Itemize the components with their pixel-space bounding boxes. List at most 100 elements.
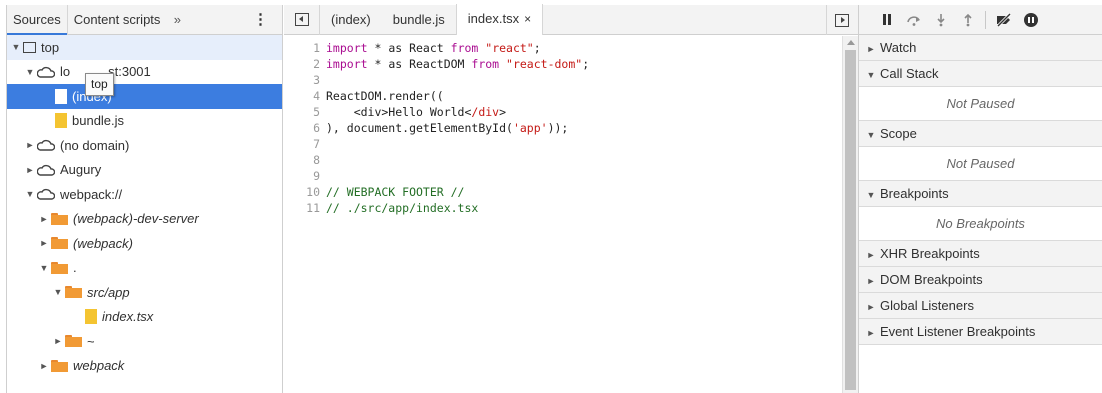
expand-arrow-icon[interactable]: ► <box>39 214 49 224</box>
tree-item-top[interactable]: ▼ top <box>7 35 282 60</box>
folder-icon <box>51 261 68 274</box>
expand-arrow-icon[interactable]: ► <box>39 238 49 248</box>
collapse-arrow-icon: ► <box>866 276 876 286</box>
expand-arrow-icon: ▼ <box>866 130 876 140</box>
code-line: import * as React from "react"; <box>326 40 589 56</box>
section-title: Global Listeners <box>880 298 974 313</box>
frame-icon <box>23 41 36 53</box>
expand-arrow-icon[interactable]: ▼ <box>25 189 35 199</box>
tree-item-label: top <box>41 39 60 55</box>
line-number[interactable]: 10 <box>284 184 320 200</box>
section-dom-breakpoints[interactable]: ► DOM Breakpoints <box>859 267 1102 293</box>
editor-tab-index[interactable]: (index) <box>320 5 382 35</box>
tree-item-webpack-root[interactable]: ▼ webpack:// <box>7 182 282 207</box>
code-keyword: from <box>471 57 500 71</box>
expand-arrow-icon: ▼ <box>866 70 876 80</box>
section-scope[interactable]: ▼ Scope <box>859 121 1102 147</box>
section-call-stack[interactable]: ▼ Call Stack <box>859 61 1102 87</box>
section-watch[interactable]: ► Watch <box>859 35 1102 61</box>
tab-sources[interactable]: Sources <box>7 5 67 35</box>
expand-arrow-icon[interactable]: ► <box>39 361 49 371</box>
file-tree: ▼ top ▼ lo st:3001 (index) bundle.js ► (n… <box>7 35 282 378</box>
code-comment: // ./src/app/index.tsx <box>326 201 479 215</box>
line-number[interactable]: 5 <box>284 104 320 120</box>
tree-item-no-domain[interactable]: ► (no domain) <box>7 133 282 158</box>
deactivate-breakpoints-button[interactable] <box>990 5 1017 35</box>
toggle-debugger-button[interactable] <box>826 5 856 35</box>
pause-button[interactable] <box>873 5 900 35</box>
line-number[interactable]: 11 <box>284 200 320 216</box>
line-number[interactable]: 1 <box>284 40 320 56</box>
section-title: Call Stack <box>880 66 939 81</box>
folder-icon <box>51 237 68 250</box>
tree-item-label: lo <box>60 64 71 80</box>
tree-item-bundle-js[interactable]: bundle.js <box>7 109 282 134</box>
more-tabs-icon[interactable]: » <box>166 12 188 27</box>
tree-item-localhost[interactable]: ▼ lo st:3001 <box>7 60 282 85</box>
line-number[interactable]: 7 <box>284 136 320 152</box>
toolbar-divider <box>985 10 986 29</box>
step-into-button[interactable] <box>927 5 954 35</box>
pause-on-exceptions-button[interactable] <box>1017 5 1044 35</box>
tree-item-tilde-folder[interactable]: ► ~ <box>7 329 282 354</box>
code-keyword: import <box>326 57 368 71</box>
tree-item-webpack-folder[interactable]: ► (webpack) <box>7 231 282 256</box>
close-icon[interactable]: × <box>524 12 531 26</box>
kebab-menu-icon[interactable]: ⋮ <box>253 5 268 35</box>
editor-tab-index-tsx[interactable]: index.tsx × <box>455 4 544 35</box>
tree-item-index[interactable]: (index) <box>7 84 282 109</box>
editor-tab-label: index.tsx <box>467 11 520 26</box>
expand-arrow-icon[interactable]: ▼ <box>25 67 35 77</box>
line-number[interactable]: 3 <box>284 72 320 88</box>
editor-scrollbar[interactable] <box>842 36 858 393</box>
expand-arrow-icon[interactable]: ▼ <box>11 42 21 52</box>
step-out-button[interactable] <box>954 5 981 35</box>
expand-arrow-icon[interactable]: ► <box>25 140 35 150</box>
step-over-button[interactable] <box>900 5 927 35</box>
expand-arrow-icon[interactable]: ► <box>53 336 63 346</box>
tree-item-label: index.tsx <box>102 309 154 325</box>
expand-arrow-icon[interactable]: ► <box>25 165 35 175</box>
scope-status: Not Paused <box>859 147 1102 181</box>
scroll-up-arrow-icon[interactable] <box>847 40 855 45</box>
folder-icon <box>51 212 68 225</box>
section-global-listeners[interactable]: ► Global Listeners <box>859 293 1102 319</box>
pause-on-exceptions-icon <box>1023 12 1038 27</box>
line-number[interactable]: 2 <box>284 56 320 72</box>
toggle-navigator-button[interactable] <box>284 4 320 35</box>
tree-item-label: bundle.js <box>72 113 125 129</box>
line-number[interactable]: 6 <box>284 120 320 136</box>
section-event-listener-breakpoints[interactable]: ► Event Listener Breakpoints <box>859 319 1102 345</box>
code-line: <div>Hello World</div> <box>326 104 589 120</box>
tree-item-src-app[interactable]: ▼ src/app <box>7 280 282 305</box>
scrollbar-thumb[interactable] <box>845 50 856 390</box>
tree-item-augury[interactable]: ► Augury <box>7 158 282 183</box>
file-icon <box>55 88 67 104</box>
tree-item-dot-folder[interactable]: ▼ . <box>7 256 282 281</box>
collapse-arrow-icon: ► <box>866 302 876 312</box>
tooltip: top <box>85 73 114 96</box>
tree-item-webpack-sub[interactable]: ► webpack <box>7 354 282 379</box>
call-stack-status: Not Paused <box>859 87 1102 121</box>
cloud-icon <box>37 164 55 176</box>
expand-arrow-icon[interactable]: ▼ <box>39 263 49 273</box>
section-xhr-breakpoints[interactable]: ► XHR Breakpoints <box>859 241 1102 267</box>
editor-panel: (index) bundle.js index.tsx × 1 2 3 4 5 6… <box>284 4 858 393</box>
section-breakpoints[interactable]: ▼ Breakpoints <box>859 181 1102 207</box>
tree-item-label: webpack <box>73 358 125 374</box>
deactivate-breakpoints-icon <box>996 12 1011 27</box>
line-number[interactable]: 9 <box>284 168 320 184</box>
expand-arrow-icon[interactable]: ▼ <box>53 287 63 297</box>
line-number[interactable]: 8 <box>284 152 320 168</box>
editor-tab-bundle-js[interactable]: bundle.js <box>382 5 456 35</box>
code-editor[interactable]: 1 2 3 4 5 6 7 8 9 10 11 import * as Reac… <box>284 36 842 393</box>
debugger-sidebar: ► Watch ▼ Call Stack Not Paused ▼ Scope Not… <box>858 5 1102 393</box>
breakpoints-status: No Breakpoints <box>859 207 1102 241</box>
tree-item-label: src/app <box>87 284 130 300</box>
tab-content-scripts[interactable]: Content scripts <box>66 4 167 35</box>
tree-item-label: (webpack)-dev-server <box>73 211 199 227</box>
line-number[interactable]: 4 <box>284 88 320 104</box>
tree-item-index-tsx[interactable]: index.tsx <box>7 305 282 330</box>
tree-item-webpack-dev-server[interactable]: ► (webpack)-dev-server <box>7 207 282 232</box>
